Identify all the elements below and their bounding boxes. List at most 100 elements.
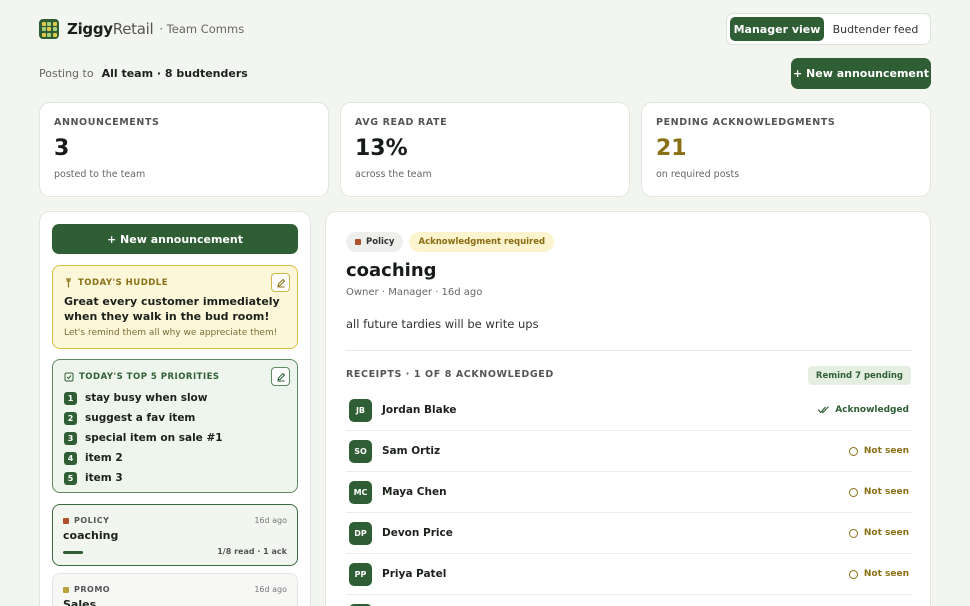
circle-icon	[848, 528, 858, 538]
receipt-status: Not seen	[848, 446, 909, 456]
receipt-status: Acknowledged	[818, 405, 909, 415]
priority-number: 5	[64, 471, 77, 485]
stat-value: 3	[54, 136, 70, 161]
circle-icon	[848, 487, 858, 497]
huddle-title: TODAY'S HUDDLE	[64, 278, 168, 288]
priority-item: 4 item 2	[64, 448, 223, 468]
stat-label: AVG READ RATE	[355, 117, 448, 128]
announcement-sidebar: + New announcement TODAY'S HUDDLE Great …	[39, 211, 311, 606]
receipt-name: Maya Chen	[382, 486, 447, 498]
double-check-icon	[818, 406, 829, 414]
top-priorities-card[interactable]: TODAY'S TOP 5 PRIORITIES 1 stay busy when…	[52, 359, 298, 493]
announcement-detail: Policy Acknowledgment required coaching …	[325, 211, 931, 606]
ack-required-chip: Acknowledgment required	[409, 232, 555, 252]
stat-card-read-rate: AVG READ RATE 13% across the team	[340, 102, 630, 197]
pencil-icon	[277, 278, 285, 287]
stat-value: 21	[656, 136, 687, 161]
stat-sub: on required posts	[656, 169, 740, 180]
receipt-row	[346, 595, 912, 606]
remind-pending-button[interactable]: Remind 7 pending	[807, 366, 911, 385]
receipt-name: Jordan Blake	[382, 404, 457, 416]
announcement-stats: 1/8 read · 1 ack	[217, 547, 287, 556]
priority-item: 5 item 3	[64, 468, 223, 488]
edit-priorities-button[interactable]	[271, 367, 290, 386]
receipt-name: Devon Price	[382, 527, 453, 539]
stat-label: ANNOUNCEMENTS	[54, 117, 160, 128]
post-title: coaching	[346, 260, 437, 281]
category-color-icon	[63, 517, 69, 524]
circle-icon	[848, 446, 858, 456]
priority-number: 1	[64, 391, 77, 405]
avatar: SO	[349, 439, 372, 463]
new-announcement-button[interactable]: + New announcement	[791, 58, 931, 89]
receipt-row: PP Priya Patel Not seen	[346, 554, 912, 595]
announcement-item-coaching[interactable]: POLICY 16d ago coaching 1/8 read · 1 ack	[52, 504, 298, 566]
receipt-status: Not seen	[848, 487, 909, 497]
divider	[346, 350, 912, 351]
priority-text: special item on sale #1	[85, 432, 223, 444]
announcement-time: 16d ago	[254, 585, 287, 594]
priority-number: 3	[64, 431, 77, 445]
receipt-name: Sam Ortiz	[382, 445, 441, 457]
priorities-title: TODAY'S TOP 5 PRIORITIES	[64, 372, 220, 382]
priority-text: item 3	[85, 472, 123, 484]
receipt-row: DP Devon Price Not seen	[346, 513, 912, 554]
circle-icon	[848, 569, 858, 579]
sidebar-new-announcement-button[interactable]: + New announcement	[52, 224, 298, 254]
read-progress-bar	[63, 551, 83, 554]
budtender-feed-tab[interactable]: Budtender feed	[824, 17, 927, 41]
category-tag: PROMO	[63, 585, 110, 594]
announcement-title: coaching	[63, 529, 119, 542]
post-chips: Policy Acknowledgment required	[346, 232, 555, 252]
avatar: DP	[349, 521, 372, 545]
huddle-sub: Let's remind them all why we appreciate …	[64, 328, 278, 338]
receipt-status: Not seen	[848, 528, 909, 538]
priority-text: item 2	[85, 452, 123, 464]
stat-value: 13%	[355, 136, 408, 161]
edit-huddle-button[interactable]	[271, 273, 290, 292]
todays-huddle-card[interactable]: TODAY'S HUDDLE Great every customer imme…	[52, 265, 298, 349]
priorities-list: 1 stay busy when slow 2 suggest a fav item…	[64, 388, 223, 488]
stat-sub: posted to the team	[54, 169, 146, 180]
announcement-title: Sales	[63, 598, 97, 606]
post-body: all future tardies will be write ups	[346, 317, 539, 331]
avatar: JB	[349, 398, 372, 422]
stat-card-pending-acks: PENDING ACKNOWLEDGMENTS 21 on required p…	[641, 102, 931, 197]
category-color-icon	[63, 586, 69, 593]
stat-label: PENDING ACKNOWLEDGMENTS	[656, 117, 836, 128]
post-meta: Owner · Manager · 16d ago	[346, 287, 483, 298]
brand-subtitle: · Team Comms	[159, 22, 245, 36]
receipts-list: JB Jordan Blake Acknowledged SO Sam Orti…	[346, 390, 912, 606]
logo-icon	[39, 19, 59, 39]
posting-to: Posting to All team · 8 budtenders	[39, 67, 248, 80]
receipt-row: MC Maya Chen Not seen	[346, 472, 912, 513]
brand: ZiggyRetail · Team Comms	[39, 19, 244, 39]
category-tag: POLICY	[63, 516, 109, 525]
priority-text: suggest a fav item	[85, 412, 196, 424]
pin-icon	[65, 278, 72, 288]
brand-name: ZiggyRetail	[67, 20, 154, 38]
priority-text: stay busy when slow	[85, 392, 208, 404]
stat-sub: across the team	[355, 169, 432, 180]
receipts-title: RECEIPTS · 1 OF 8 ACKNOWLEDGED	[346, 369, 554, 380]
view-toggle: Manager view Budtender feed	[726, 13, 931, 45]
priority-number: 2	[64, 411, 77, 425]
avatar: PP	[349, 562, 372, 586]
receipt-row: JB Jordan Blake Acknowledged	[346, 390, 912, 431]
posting-target[interactable]: All team · 8 budtenders	[102, 67, 248, 80]
stat-card-announcements: ANNOUNCEMENTS 3 posted to the team	[39, 102, 329, 197]
huddle-message: Great every customer immediately when th…	[64, 295, 280, 323]
category-chip: Policy	[346, 232, 404, 252]
pencil-icon	[277, 372, 285, 381]
receipt-name: Priya Patel	[382, 568, 447, 580]
receipt-row: SO Sam Ortiz Not seen	[346, 431, 912, 472]
announcement-time: 16d ago	[254, 516, 287, 525]
manager-view-tab[interactable]: Manager view	[730, 17, 824, 41]
checkbox-icon	[64, 372, 74, 382]
receipt-status: Not seen	[848, 569, 909, 579]
announcement-item-sales[interactable]: PROMO 16d ago Sales	[52, 573, 298, 606]
avatar: MC	[349, 480, 372, 504]
priority-item: 1 stay busy when slow	[64, 388, 223, 408]
posting-label: Posting to	[39, 67, 94, 80]
priority-number: 4	[64, 451, 77, 465]
